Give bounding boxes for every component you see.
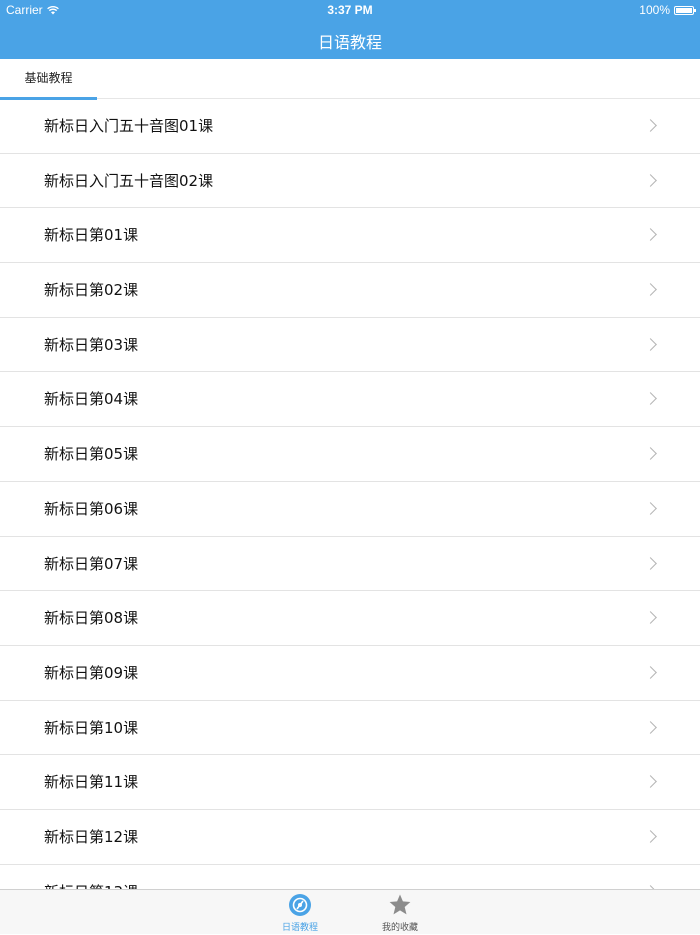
chevron-right-icon	[644, 830, 657, 843]
list-item[interactable]: 新标日第06课	[0, 482, 700, 537]
list-item[interactable]: 新标日第11课	[0, 755, 700, 810]
list-item-label: 新标日第12课	[44, 827, 139, 846]
chevron-right-icon	[644, 173, 657, 187]
tab-label: 日语教程	[281, 923, 318, 933]
list-item-label: 新标日第05课	[44, 445, 139, 464]
chevron-right-icon	[644, 337, 657, 351]
battery-icon	[674, 5, 696, 15]
chevron-right-icon	[644, 501, 657, 515]
star-icon	[389, 894, 411, 915]
tab-my-favorites[interactable]: 我的收藏	[360, 890, 440, 935]
list-item-label: 新标日第03课	[44, 335, 139, 354]
list-item[interactable]: 新标日第10课	[0, 701, 700, 756]
tab-label: 基础教程	[24, 71, 73, 85]
chevron-right-icon	[644, 283, 657, 296]
page-title: 日语教程	[317, 33, 382, 52]
list-item-label: 新标日第06课	[44, 499, 139, 518]
chevron-right-icon	[644, 392, 657, 406]
battery-percent: 100%	[639, 3, 670, 17]
battery-indicator: 100%	[639, 3, 696, 17]
list-item-label: 新标日第11课	[44, 773, 139, 792]
tab-japanese-tutorial[interactable]: 日语教程	[260, 890, 340, 935]
tab-basic-tutorial[interactable]: 基础教程	[0, 59, 97, 100]
list-item-label: 新标日第09课	[44, 663, 139, 682]
list-item-label: 新标日第08课	[44, 609, 139, 628]
list-item-label: 新标日入门五十音图01课	[44, 117, 214, 135]
chevron-right-icon	[644, 775, 657, 789]
navigation-bar: 日语教程	[0, 20, 700, 59]
list-item-label: 新标日第13课	[44, 881, 138, 889]
list-item-label: 新标日第01课	[44, 226, 139, 245]
chevron-right-icon	[644, 720, 657, 734]
tab-bar: 日语教程 我的收藏	[0, 889, 700, 934]
chevron-right-icon	[644, 611, 657, 625]
list-item[interactable]: 新标日第12课	[0, 810, 700, 865]
list-item-label: 新标日第10课	[44, 718, 139, 737]
list-item[interactable]: 新标日第03课	[0, 318, 700, 373]
list-item[interactable]: 新标日第01课	[0, 208, 700, 264]
chevron-right-icon	[644, 228, 657, 242]
list-item[interactable]: 新标日第09课	[0, 646, 700, 701]
list-item[interactable]: 新标日入门五十音图01课	[0, 99, 700, 154]
status-bar: Carrier 3:37 PM 100%	[0, 0, 700, 20]
list-item[interactable]: 新标日第02课	[0, 263, 700, 318]
status-time: 3:37 PM	[327, 3, 373, 17]
list-item[interactable]: 新标日第07课	[0, 537, 700, 592]
list-item-label: 新标日入门五十音图02课	[44, 171, 214, 190]
list-item-label: 新标日第04课	[44, 390, 139, 409]
list-item[interactable]: 新标日第04课	[0, 372, 700, 428]
list-item-label: 新标日第02课	[44, 281, 139, 300]
chevron-right-icon	[644, 666, 657, 679]
lesson-list[interactable]: 新标日入门五十音图01课 新标日入门五十音图02课 新标日第01课 新标日第02…	[0, 99, 700, 889]
tab-label: 我的收藏	[381, 923, 418, 933]
segment-bar: 基础教程	[0, 59, 700, 100]
chevron-right-icon	[644, 447, 657, 460]
disc-icon	[289, 894, 311, 916]
chevron-right-icon	[644, 556, 657, 570]
list-item[interactable]: 新标日第13课	[0, 865, 700, 889]
list-item-label: 新标日第07课	[44, 554, 139, 573]
list-item[interactable]: 新标日第08课	[0, 591, 700, 646]
chevron-right-icon	[644, 119, 657, 132]
list-item[interactable]: 新标日第05课	[0, 427, 700, 482]
list-item[interactable]: 新标日入门五十音图02课	[0, 154, 700, 209]
